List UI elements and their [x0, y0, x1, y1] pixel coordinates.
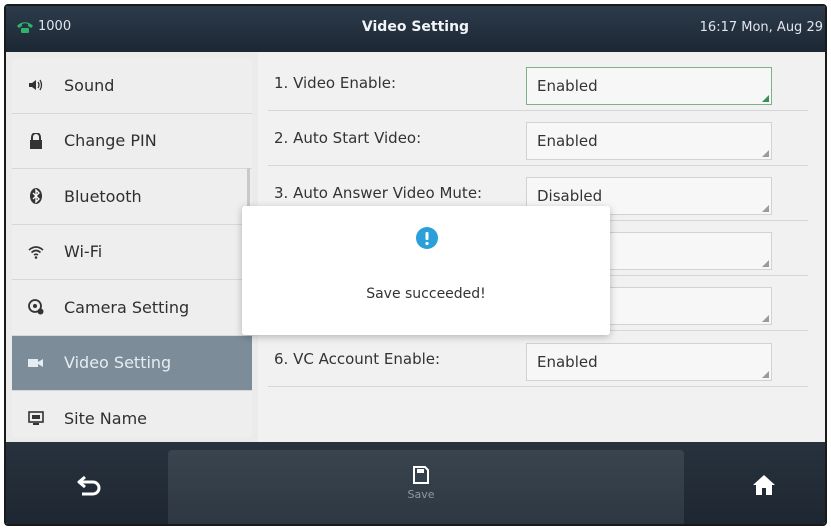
sidebar-item-label: Wi-Fi	[64, 242, 103, 262]
auto-start-video-select[interactable]: Enabled	[526, 122, 772, 160]
bluetooth-icon	[28, 188, 44, 205]
softkey-bar: Save	[6, 442, 825, 524]
wifi-icon	[28, 244, 44, 260]
dropdown-corner-icon	[762, 95, 769, 102]
dropdown-corner-icon	[762, 205, 769, 212]
sidebar-item-bluetooth[interactable]: Bluetooth	[12, 169, 252, 225]
sidebar-item-sound[interactable]: Sound	[12, 58, 252, 114]
setting-value: Enabled	[537, 353, 598, 371]
sidebar-item-label: Change PIN	[64, 131, 157, 151]
setting-value: Enabled	[537, 77, 598, 95]
phone-screen: 1000 Video Setting 16:17 Mon, Aug 29 Sou…	[4, 4, 827, 526]
dropdown-corner-icon	[762, 315, 769, 322]
settings-sidebar: Sound Change PIN Bluetooth Wi-Fi Camera …	[12, 58, 252, 438]
save-label: Save	[407, 488, 435, 501]
sidebar-item-change-pin[interactable]: Change PIN	[12, 114, 252, 169]
home-button[interactable]	[752, 474, 776, 496]
setting-row-video-enable: 1. Video Enable: Enabled	[268, 56, 808, 111]
speaker-icon	[28, 77, 44, 93]
sidebar-item-wifi[interactable]: Wi-Fi	[12, 225, 252, 280]
vc-account-enable-select[interactable]: Enabled	[526, 343, 772, 381]
sidebar-item-video-setting[interactable]: Video Setting	[12, 335, 252, 391]
setting-value: Enabled	[537, 132, 598, 150]
monitor-icon	[28, 410, 44, 426]
save-result-dialog: Save succeeded!	[242, 206, 610, 335]
save-icon	[413, 466, 429, 484]
back-icon	[77, 475, 101, 496]
dialog-message: Save succeeded!	[366, 286, 486, 302]
clock: 16:17 Mon, Aug 29	[699, 20, 823, 35]
camera-icon	[28, 299, 44, 315]
dropdown-corner-icon	[762, 260, 769, 267]
info-alert-icon	[416, 227, 438, 249]
setting-label: 1. Video Enable:	[274, 74, 397, 92]
lock-icon	[28, 132, 44, 149]
dropdown-corner-icon	[762, 150, 769, 157]
sidebar-item-label: Video Setting	[64, 353, 172, 373]
status-bar: 1000 Video Setting 16:17 Mon, Aug 29	[6, 6, 825, 52]
setting-row-vc-account-enable: 6. VC Account Enable: Enabled	[268, 332, 808, 387]
sidebar-item-label: Site Name	[64, 408, 148, 428]
setting-value: Disabled	[537, 187, 603, 205]
setting-label: 3. Auto Answer Video Mute:	[274, 184, 483, 202]
video-icon	[28, 355, 44, 371]
sidebar-item-label: Camera Setting	[64, 297, 190, 317]
save-button[interactable]: Save	[401, 466, 441, 512]
home-icon	[753, 475, 775, 495]
sidebar-item-camera-setting[interactable]: Camera Setting	[12, 280, 252, 336]
back-button[interactable]	[76, 474, 102, 496]
setting-label: 6. VC Account Enable:	[274, 350, 441, 368]
sidebar-item-site-name[interactable]: Site Name	[12, 391, 252, 438]
dropdown-corner-icon	[762, 371, 769, 378]
video-enable-select[interactable]: Enabled	[526, 67, 772, 105]
setting-row-auto-start-video: 2. Auto Start Video: Enabled	[268, 111, 808, 166]
sidebar-item-label: Sound	[64, 75, 115, 95]
sidebar-item-label: Bluetooth	[64, 186, 142, 206]
setting-label: 2. Auto Start Video:	[274, 129, 422, 147]
